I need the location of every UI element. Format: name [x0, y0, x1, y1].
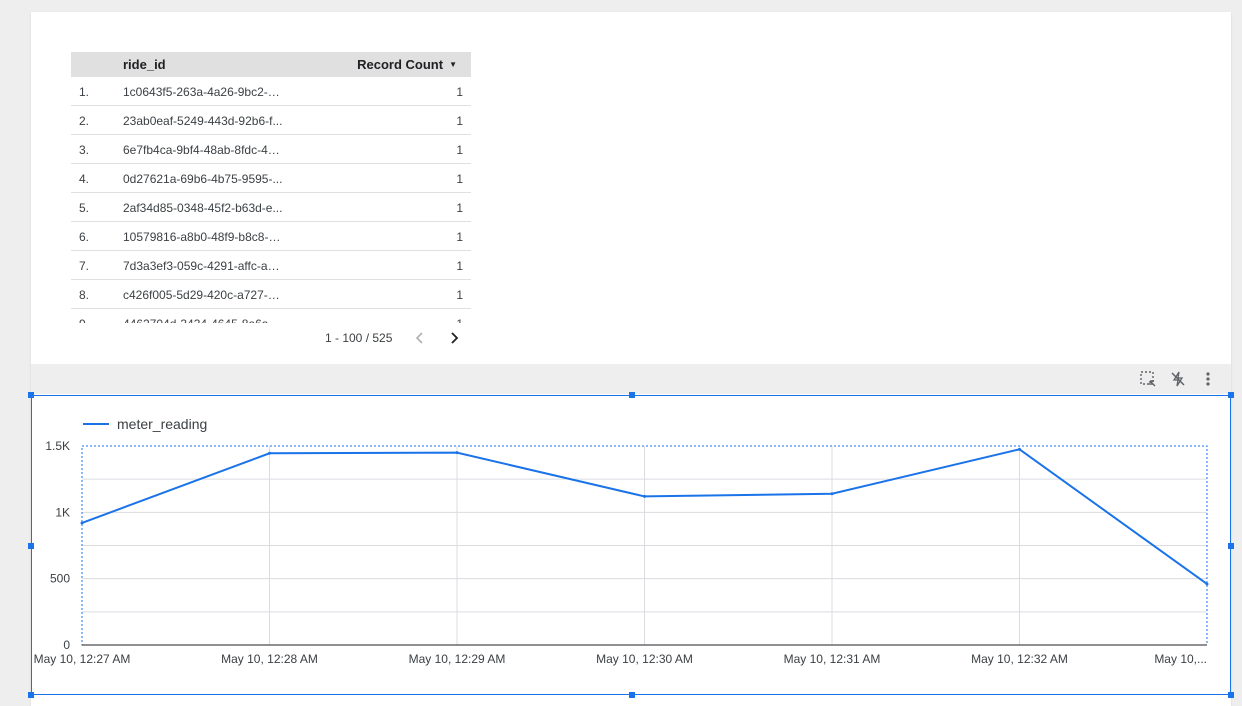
data-point [1205, 582, 1209, 586]
column-header-ride-id[interactable]: ride_id [123, 57, 166, 72]
record-count-cell: 1 [456, 85, 463, 99]
record-count-cell: 1 [456, 317, 463, 323]
y-tick-label: 1.5K [45, 439, 70, 453]
ride-table[interactable]: ride_id Record Count ▼ 1. 1c0643f5-263a-4… [71, 52, 471, 352]
ride-id-cell: 0d27621a-69b6-4b75-9595-... [123, 172, 283, 186]
table-row[interactable]: 6. 10579816-a8b0-48f9-b8c8-7... 1 [71, 222, 471, 251]
table-row[interactable]: 1. 1c0643f5-263a-4a26-9bc2-4... 1 [71, 77, 471, 106]
table-row[interactable]: 5. 2af34d85-0348-45f2-b63d-e... 1 [71, 193, 471, 222]
resize-handle-bottom[interactable] [629, 692, 635, 698]
row-number: 6. [79, 230, 90, 244]
resize-handle-top-right[interactable] [1228, 392, 1234, 398]
select-area-icon[interactable] [1139, 370, 1157, 388]
pagination-label: 1 - 100 / 525 [325, 331, 393, 345]
y-tick-label: 1K [55, 505, 70, 519]
y-tick-label: 500 [50, 572, 70, 586]
row-number: 5. [79, 201, 90, 215]
record-count-cell: 1 [456, 230, 463, 244]
row-number: 1. [79, 85, 90, 99]
data-point [80, 521, 84, 525]
ride-id-cell: c426f005-5d29-420c-a727-8... [123, 288, 283, 302]
x-tick-label: May 10, 12:30 AM [596, 652, 693, 666]
resize-handle-bottom-left[interactable] [28, 692, 34, 698]
table-row[interactable]: 2. 23ab0eaf-5249-443d-92b6-f... 1 [71, 106, 471, 135]
x-tick-label: May 10, 12:32 AM [971, 652, 1068, 666]
record-count-cell: 1 [456, 259, 463, 273]
data-point [830, 492, 834, 496]
record-count-cell: 1 [456, 172, 463, 186]
table-body: 1. 1c0643f5-263a-4a26-9bc2-4... 1 2. 23ab0ea… [71, 77, 471, 323]
pagination: 1 - 100 / 525 [71, 324, 471, 352]
ride-id-cell: 6e7fb4ca-9bf4-48ab-8fdc-45... [123, 143, 283, 157]
row-number: 8. [79, 288, 90, 302]
row-number: 4. [79, 172, 90, 186]
chevron-right-icon[interactable] [445, 329, 463, 347]
data-point [455, 451, 459, 455]
record-count-cell: 1 [456, 143, 463, 157]
data-point [1018, 447, 1021, 451]
time-series-chart[interactable]: meter_reading 0 500 1K 1.5K May 10, 12:27 AM… [31, 395, 1231, 695]
row-number: 3. [79, 143, 90, 157]
chart-toolbar [31, 364, 1231, 394]
row-number: 7. [79, 259, 90, 273]
ride-id-cell: 23ab0eaf-5249-443d-92b6-f... [123, 114, 283, 128]
column-header-record-count[interactable]: Record Count ▼ [357, 57, 457, 72]
more-vert-icon[interactable] [1199, 370, 1217, 388]
lightning-off-icon[interactable] [1169, 370, 1187, 388]
ride-id-cell: 7d3a3ef3-059c-4291-affc-a1... [123, 259, 283, 273]
table-row[interactable]: 3. 6e7fb4ca-9bf4-48ab-8fdc-45... 1 [71, 135, 471, 164]
ride-id-cell: 2af34d85-0348-45f2-b63d-e... [123, 201, 283, 215]
ride-id-cell: 10579816-a8b0-48f9-b8c8-7... [123, 230, 283, 244]
data-point [643, 494, 646, 498]
data-point [268, 451, 271, 455]
y-tick-label: 0 [63, 638, 70, 652]
x-tick-label: May 10, 12:28 AM [221, 652, 318, 666]
table-header: ride_id Record Count ▼ [71, 52, 471, 77]
x-tick-label: May 10, 12:29 AM [409, 652, 506, 666]
x-tick-label: May 10, 12:31 AM [784, 652, 881, 666]
table-row[interactable]: 7. 7d3a3ef3-059c-4291-affc-a1... 1 [71, 251, 471, 280]
row-number: 9. [79, 317, 89, 323]
table-row[interactable]: 8. c426f005-5d29-420c-a727-8... 1 [71, 280, 471, 309]
table-row[interactable]: 4. 0d27621a-69b6-4b75-9595-... 1 [71, 164, 471, 193]
resize-handle-left[interactable] [28, 543, 34, 549]
ride-id-cell: 4462704d-3434-4645-8a6a... [123, 317, 283, 323]
chevron-left-icon[interactable] [411, 329, 429, 347]
row-number: 2. [79, 114, 90, 128]
x-tick-label: May 10,... [1154, 652, 1207, 666]
x-tick-label: May 10, 12:27 AM [34, 652, 131, 666]
record-count-cell: 1 [456, 201, 463, 215]
resize-handle-bottom-right[interactable] [1228, 692, 1234, 698]
resize-handle-top-left[interactable] [28, 392, 34, 398]
column-header-record-count-label: Record Count [357, 57, 444, 72]
table-row[interactable]: 9. 4462704d-3434-4645-8a6a... 1 [71, 309, 471, 323]
resize-handle-right[interactable] [1228, 543, 1234, 549]
sort-desc-icon: ▼ [449, 59, 457, 69]
chart-plot: 0 500 1K 1.5K May 10, 12:27 AM May 10, 12:28 … [34, 439, 1209, 666]
record-count-cell: 1 [456, 114, 463, 128]
resize-handle-top[interactable] [629, 392, 635, 398]
record-count-cell: 1 [456, 288, 463, 302]
ride-id-cell: 1c0643f5-263a-4a26-9bc2-4... [123, 85, 283, 99]
